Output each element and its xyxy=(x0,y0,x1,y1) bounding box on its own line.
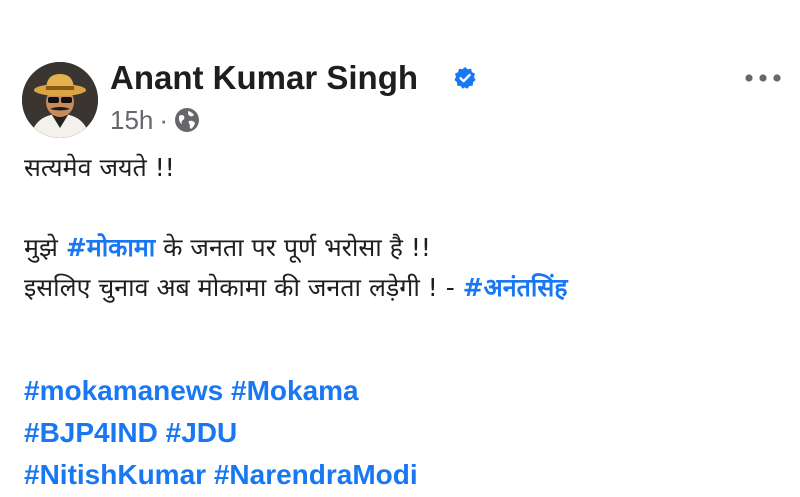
meta-separator: · xyxy=(159,104,169,135)
post-meta: 15h · xyxy=(110,104,200,136)
post-card: Anant Kumar Singh 15h · सत्यमेव जयते !! … xyxy=(0,0,800,497)
post-line-3: इसलिए चुनाव अब मोकामा की जनता लड़ेगी ! -… xyxy=(24,268,784,308)
verified-badge-icon xyxy=(454,67,476,89)
post-line-2: मुझे #मोकामा के जनता पर पूर्ण भरोसा है !… xyxy=(24,228,784,268)
hashtag-row-1: #mokamanews #Mokama xyxy=(24,370,418,412)
hashtag-narendramodi[interactable]: #NarendraModi xyxy=(214,459,418,490)
hashtag-row-3: #NitishKumar #NarendraModi xyxy=(24,454,418,496)
hashtag-bjp4ind[interactable]: #BJP4IND xyxy=(24,417,158,448)
hashtag-mokama[interactable]: #Mokama xyxy=(231,375,359,406)
more-options-icon[interactable] xyxy=(744,68,782,88)
globe-icon[interactable] xyxy=(174,107,200,133)
post-line-2-suffix: के जनता पर पूर्ण भरोसा है !! xyxy=(155,233,431,262)
post-line-2-prefix: मुझे xyxy=(24,233,66,262)
hashtag-block: #mokamanews #Mokama #BJP4IND #JDU #Nitis… xyxy=(24,370,418,496)
profile-photo-icon xyxy=(22,62,98,138)
post-line-1: सत्यमेव जयते !! xyxy=(24,153,175,182)
avatar[interactable] xyxy=(22,62,98,138)
post-timestamp[interactable]: 15h xyxy=(110,105,153,136)
hashtag-anantsingh-hindi[interactable]: #अनंतसिंह xyxy=(463,273,568,302)
author-name[interactable]: Anant Kumar Singh xyxy=(110,56,418,100)
post-line-3-prefix: इसलिए चुनाव अब मोकामा की जनता लड़ेगी ! - xyxy=(24,273,463,302)
hashtag-row-2: #BJP4IND #JDU xyxy=(24,412,418,454)
hashtag-mokamanews[interactable]: #mokamanews xyxy=(24,375,223,406)
hashtag-nitishkumar[interactable]: #NitishKumar xyxy=(24,459,206,490)
post-text: सत्यमेव जयते !! मुझे #मोकामा के जनता पर … xyxy=(24,148,784,308)
hashtag-jdu[interactable]: #JDU xyxy=(166,417,238,448)
hashtag-mokama-hindi[interactable]: #मोकामा xyxy=(66,233,155,262)
